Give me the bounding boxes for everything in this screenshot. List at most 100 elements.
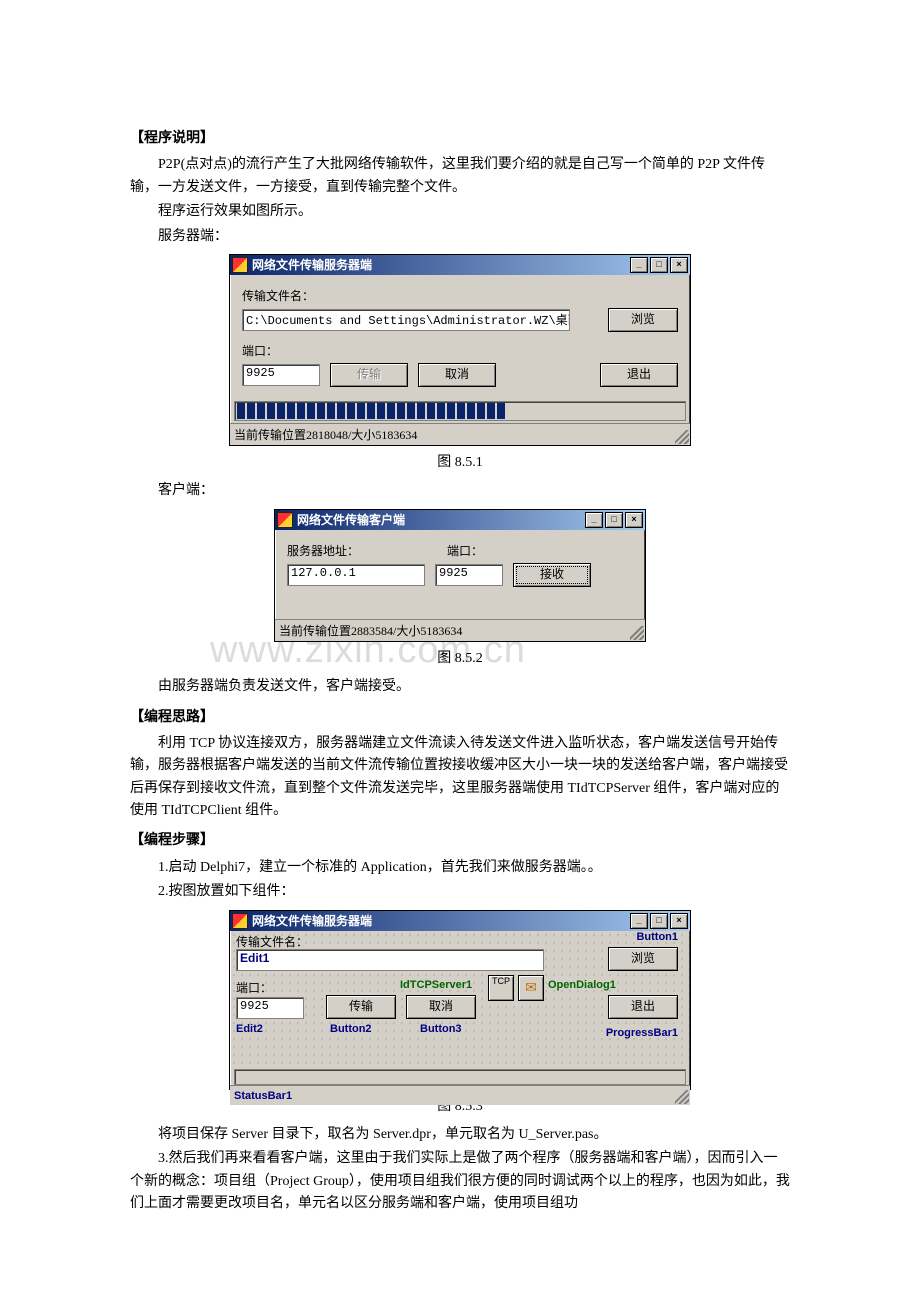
receive-button[interactable]: 接收 [513,563,591,587]
close-icon[interactable]: × [625,512,643,528]
client-window: 网络文件传输客户端 _ □ × 服务器地址： 端口： 127.0.0.1 992… [274,509,646,642]
maximize-icon[interactable]: □ [650,257,668,273]
progress-block [287,403,295,419]
app-icon [277,512,293,528]
designer-label-edit2: Edit2 [236,1023,263,1035]
section-steps: 【编程步骤】 [130,830,790,852]
section-thinking: 【编程思路】 [130,707,790,729]
window-title: 网络文件传输客户端 [297,511,405,528]
progress-block [277,403,285,419]
exit-button[interactable]: 退出 [608,995,678,1019]
status-bar: 当前传输位置2883584/大小5183634 [275,619,645,641]
paragraph: 程序运行效果如图所示。 [130,201,790,223]
designer-label-button2: Button2 [330,1023,372,1035]
titlebar[interactable]: 网络文件传输客户端 _ □ × [275,510,645,530]
window-title: 网络文件传输服务器端 [252,256,372,273]
progress-block [467,403,475,419]
progress-block [477,403,485,419]
titlebar[interactable]: 网络文件传输服务器端 _ □ × [230,255,690,275]
section-program-desc: 【程序说明】 [130,128,790,150]
designer-label-idtcp: IdTCPServer1 [400,979,472,991]
designer-label-button3: Button3 [420,1023,462,1035]
addr-input[interactable]: 127.0.0.1 [287,564,425,586]
port-input[interactable]: 9925 [242,364,320,386]
progress-block [427,403,435,419]
status-bar: StatusBar1 [230,1085,690,1105]
send-button[interactable]: 传输 [326,995,396,1019]
progress-bar [234,1069,686,1085]
server-window: 网络文件传输服务器端 _ □ × 传输文件名： C:\Documents and… [229,254,691,446]
send-button[interactable]: 传输 [330,363,408,387]
cancel-button[interactable]: 取消 [418,363,496,387]
window-title: 网络文件传输服务器端 [252,912,372,929]
paragraph: 1.启动 Delphi7，建立一个标准的 Application，首先我们来做服… [130,857,790,879]
status-bar: 当前传输位置2818048/大小5183634 [230,423,690,445]
titlebar[interactable]: 网络文件传输服务器端 _ □ × [230,911,690,931]
progress-block [267,403,275,419]
minimize-icon[interactable]: _ [585,512,603,528]
designer-label-progressbar: ProgressBar1 [606,1027,678,1039]
app-icon [232,257,248,273]
paragraph: 将项目保存 Server 目录下，取名为 Server.dpr，单元取名为 U_… [130,1124,790,1146]
exit-button[interactable]: 退出 [600,363,678,387]
progress-block [387,403,395,419]
progress-block [247,403,255,419]
progress-block [337,403,345,419]
browse-button[interactable]: 浏览 [608,947,678,971]
figure-caption: 图 8.5.2 [130,648,790,670]
status-text: 当前传输位置2883584/大小5183634 [279,624,462,638]
progress-block [417,403,425,419]
progress-block [447,403,455,419]
progress-block [487,403,495,419]
minimize-icon[interactable]: _ [630,913,648,929]
progress-block [307,403,315,419]
paragraph: 利用 TCP 协议连接双方，服务器端建立文件流读入待发送文件进入监听状态，客户端… [130,733,790,823]
paragraph: 3.然后我们再来看看客户端，这里由于我们实际上是做了两个程序（服务器端和客户端）… [130,1148,790,1215]
maximize-icon[interactable]: □ [605,512,623,528]
progress-block [437,403,445,419]
close-icon[interactable]: × [670,913,688,929]
paragraph: 2.按图放置如下组件： [130,881,790,903]
progress-block [407,403,415,419]
port-label: 端口： [236,979,272,996]
browse-button[interactable]: 浏览 [608,308,678,332]
app-icon [232,913,248,929]
progress-block [347,403,355,419]
file-input[interactable]: C:\Documents and Settings\Administrator.… [242,309,570,331]
progress-block [457,403,465,419]
port-label: 端口： [242,342,278,359]
cancel-button[interactable]: 取消 [406,995,476,1019]
file-label: 传输文件名： [242,287,314,304]
maximize-icon[interactable]: □ [650,913,668,929]
resize-grip-icon[interactable] [675,1090,689,1104]
progress-block [377,403,385,419]
port-input[interactable]: 9925 [435,564,503,586]
edit1[interactable]: Edit1 [236,949,544,971]
designer-label-opendialog: OpenDialog1 [548,979,616,991]
designer-label-statusbar: StatusBar1 [234,1090,292,1102]
progress-bar [234,401,686,421]
figure-caption: 图 8.5.1 [130,452,790,474]
progress-block [257,403,265,419]
resize-grip-icon[interactable] [630,626,644,640]
designer-window: 网络文件传输服务器端 _ □ × 传输文件名： Button1 Edit1 浏览… [229,910,691,1090]
progress-block [237,403,245,419]
idtcpserver-icon[interactable]: TCP [488,975,514,1001]
minimize-icon[interactable]: _ [630,257,648,273]
progress-block [367,403,375,419]
paragraph: 由服务器端负责发送文件，客户端接受。 [130,676,790,698]
designer-label-button1: Button1 [636,931,678,943]
resize-grip-icon[interactable] [675,430,689,444]
progress-block [317,403,325,419]
progress-block [297,403,305,419]
progress-block [397,403,405,419]
close-icon[interactable]: × [670,257,688,273]
progress-block [497,403,505,419]
addr-label: 服务器地址： [287,542,437,559]
status-text: 当前传输位置2818048/大小5183634 [234,428,417,442]
port-label: 端口： [447,542,483,559]
opendialog-icon[interactable]: ✉ [518,975,544,1001]
progress-block [357,403,365,419]
paragraph: 客户端： [130,480,790,502]
port-input[interactable]: 9925 [236,997,304,1019]
